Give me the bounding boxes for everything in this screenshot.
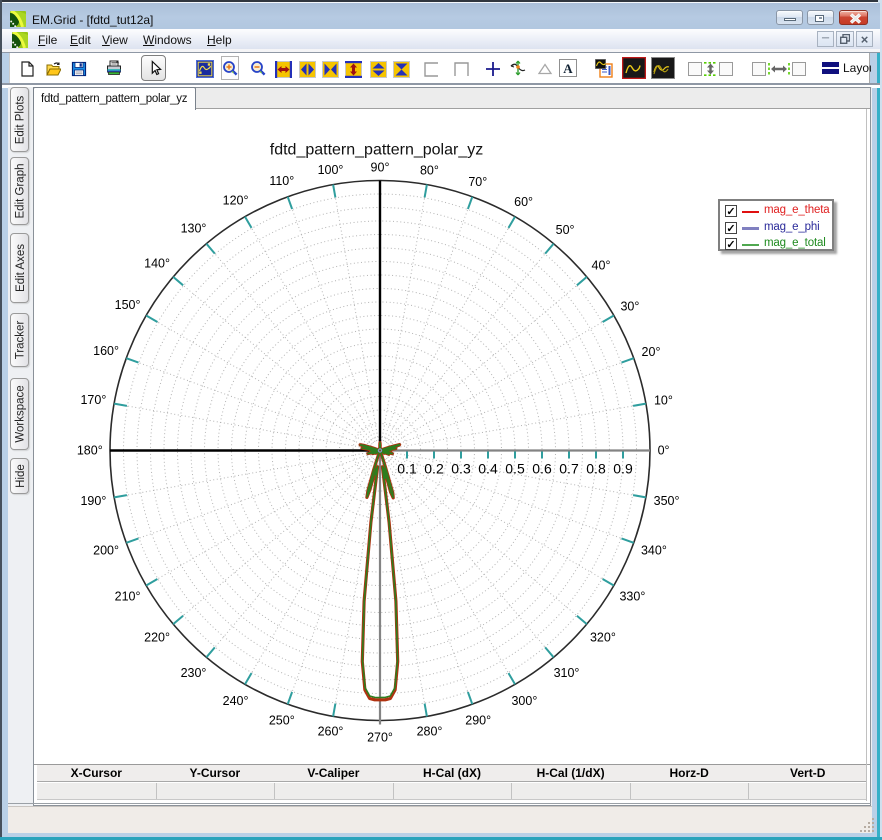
svg-text:0.2: 0.2 <box>424 461 444 477</box>
svg-text:200°: 200° <box>93 543 119 557</box>
svg-text:90°: 90° <box>371 161 390 175</box>
svg-text:310°: 310° <box>554 666 580 680</box>
svg-text:190°: 190° <box>80 494 106 508</box>
svg-text:50°: 50° <box>556 223 575 237</box>
svg-text:30°: 30° <box>620 299 639 313</box>
svg-text:60°: 60° <box>514 195 533 209</box>
svg-text:0.6: 0.6 <box>532 461 552 477</box>
svg-text:120°: 120° <box>223 194 249 208</box>
svg-text:20°: 20° <box>642 345 661 359</box>
svg-text:230°: 230° <box>181 666 207 680</box>
svg-text:350°: 350° <box>654 494 680 508</box>
svg-text:290°: 290° <box>465 714 491 728</box>
svg-text:0.1: 0.1 <box>397 461 417 477</box>
svg-text:150°: 150° <box>115 298 141 312</box>
svg-text:240°: 240° <box>223 694 249 708</box>
svg-text:70°: 70° <box>468 175 487 189</box>
svg-text:0°: 0° <box>658 444 670 458</box>
svg-text:270°: 270° <box>367 731 393 745</box>
svg-text:160°: 160° <box>93 344 119 358</box>
svg-text:110°: 110° <box>269 174 294 188</box>
svg-text:80°: 80° <box>420 163 439 177</box>
svg-text:220°: 220° <box>144 631 170 645</box>
svg-text:170°: 170° <box>80 393 106 407</box>
svg-text:fdtd_pattern_pattern_polar_yz: fdtd_pattern_pattern_polar_yz <box>270 142 483 159</box>
svg-text:0.9: 0.9 <box>613 461 633 477</box>
svg-text:10°: 10° <box>654 394 673 408</box>
svg-text:300°: 300° <box>511 694 537 708</box>
svg-text:210°: 210° <box>115 589 141 603</box>
svg-text:100°: 100° <box>318 163 344 177</box>
svg-text:0.7: 0.7 <box>559 461 579 477</box>
svg-text:0.8: 0.8 <box>586 461 606 477</box>
svg-text:340°: 340° <box>641 543 667 557</box>
svg-text:0.5: 0.5 <box>505 461 525 477</box>
svg-text:40°: 40° <box>592 258 611 272</box>
svg-text:0.4: 0.4 <box>478 461 498 477</box>
svg-text:180°: 180° <box>77 444 103 458</box>
svg-text:0.3: 0.3 <box>451 461 471 477</box>
svg-text:130°: 130° <box>181 222 207 236</box>
svg-text:320°: 320° <box>590 631 616 645</box>
svg-text:250°: 250° <box>269 714 295 728</box>
svg-text:330°: 330° <box>619 589 645 603</box>
svg-text:260°: 260° <box>318 725 344 739</box>
svg-text:280°: 280° <box>417 725 443 739</box>
svg-text:140°: 140° <box>144 257 170 271</box>
